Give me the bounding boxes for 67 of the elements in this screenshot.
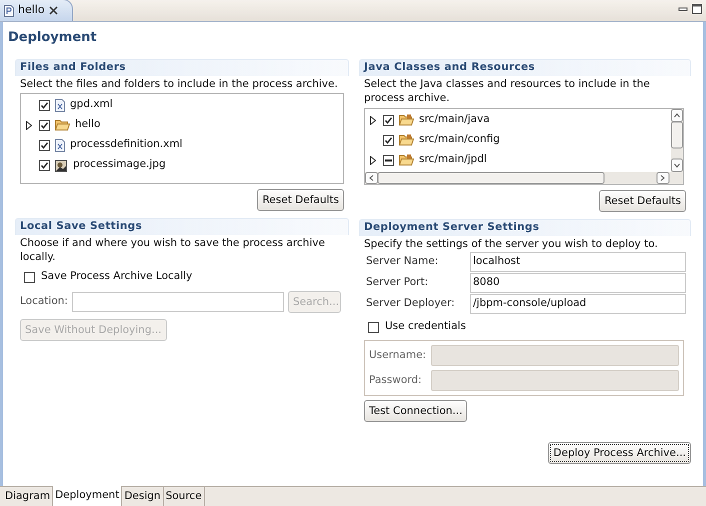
process-file-icon — [4, 4, 14, 16]
checkmark-icon — [40, 120, 49, 130]
tree-item-label[interactable]: processdefinition.xml — [70, 137, 182, 153]
field-label: Password: — [369, 372, 423, 388]
package-folder-icon — [399, 134, 414, 146]
xml-file-icon — [55, 138, 65, 152]
page-tab[interactable]: Deployment — [53, 486, 122, 506]
section-title: Files and Folders — [20, 60, 126, 76]
text-field[interactable]: 8080 — [470, 273, 686, 293]
section-description: Specify the settings of the server you wish to deploy to. — [364, 237, 659, 251]
checkmark-icon — [384, 136, 393, 144]
checkmark-icon — [40, 160, 49, 170]
field-label: Username: — [369, 348, 428, 363]
location-label: Location: — [20, 294, 68, 310]
expand-arrow-icon[interactable] — [370, 156, 376, 164]
page-tab[interactable]: Source — [164, 487, 205, 506]
page-tab[interactable]: Diagram — [3, 487, 54, 506]
checkbox[interactable] — [383, 114, 394, 126]
text-field[interactable]: /jbpm-console/upload — [470, 294, 686, 314]
page-title: Deployment — [7, 29, 98, 47]
tree-item-label[interactable]: gpd.xml — [70, 97, 113, 113]
checkmark-icon — [384, 116, 393, 124]
tree-item-label[interactable]: src/main/java — [419, 112, 490, 128]
checkbox[interactable] — [39, 140, 50, 150]
checkbox[interactable] — [24, 272, 35, 282]
expand-arrow-icon[interactable] — [26, 120, 32, 130]
field-label: Server Name: — [365, 254, 440, 270]
image-file-icon — [55, 158, 68, 172]
section-title: Deployment Server Settings — [364, 220, 540, 236]
expand-arrow-icon[interactable] — [370, 116, 376, 124]
section-description: Choose if and where you wish to save the process archive locally. — [20, 236, 326, 264]
tree-item-label[interactable]: src/main/config — [419, 132, 500, 148]
tab-label: hello — [18, 2, 45, 18]
section-title: Local Save Settings — [20, 219, 142, 234]
tree-item-label[interactable]: processimage.jpg — [73, 157, 166, 173]
section-description: Select the Java classes and resources to include in the process archive. — [364, 77, 651, 105]
reset-defaults-button[interactable]: Reset Defaults — [257, 189, 344, 211]
text-field[interactable]: localhost — [470, 252, 686, 272]
checkbox[interactable] — [368, 322, 379, 332]
package-folder-icon — [399, 154, 414, 166]
horizontal-scrollbar[interactable] — [365, 172, 683, 184]
maximize-icon[interactable] — [692, 4, 702, 14]
checkbox-label: Save Process Archive Locally — [41, 269, 192, 284]
checkbox[interactable] — [39, 100, 50, 110]
page-tab[interactable]: Design — [122, 487, 164, 506]
checkmark-icon — [40, 100, 49, 110]
folder-icon — [55, 119, 70, 131]
checkbox[interactable] — [39, 120, 50, 130]
field-label: Server Deployer: — [365, 296, 456, 312]
section-description: Select the files and folders to include in the process archive. — [20, 77, 339, 91]
checkbox[interactable] — [383, 134, 394, 146]
location-field[interactable] — [72, 292, 284, 312]
vertical-scrollbar[interactable] — [671, 109, 683, 172]
test-connection-button[interactable]: Test Connection... — [364, 400, 468, 422]
field-label: Server Port: — [365, 275, 430, 290]
package-folder-icon — [399, 114, 414, 126]
close-icon[interactable] — [48, 6, 58, 15]
tree-item-label[interactable]: hello — [75, 117, 100, 133]
tree-item-label[interactable]: src/main/jpdl — [419, 152, 487, 168]
xml-file-icon — [55, 98, 65, 112]
section-title: Java Classes and Resources — [364, 60, 535, 76]
reset-defaults-button[interactable]: Reset Defaults — [599, 190, 686, 212]
checkbox[interactable] — [39, 160, 50, 170]
checkbox-label: Use credentials — [385, 319, 466, 334]
checkmark-icon — [40, 140, 49, 150]
deploy-button[interactable]: Deploy Process Archive... — [548, 442, 691, 464]
editor-tab[interactable]: hello — [0, 0, 73, 21]
